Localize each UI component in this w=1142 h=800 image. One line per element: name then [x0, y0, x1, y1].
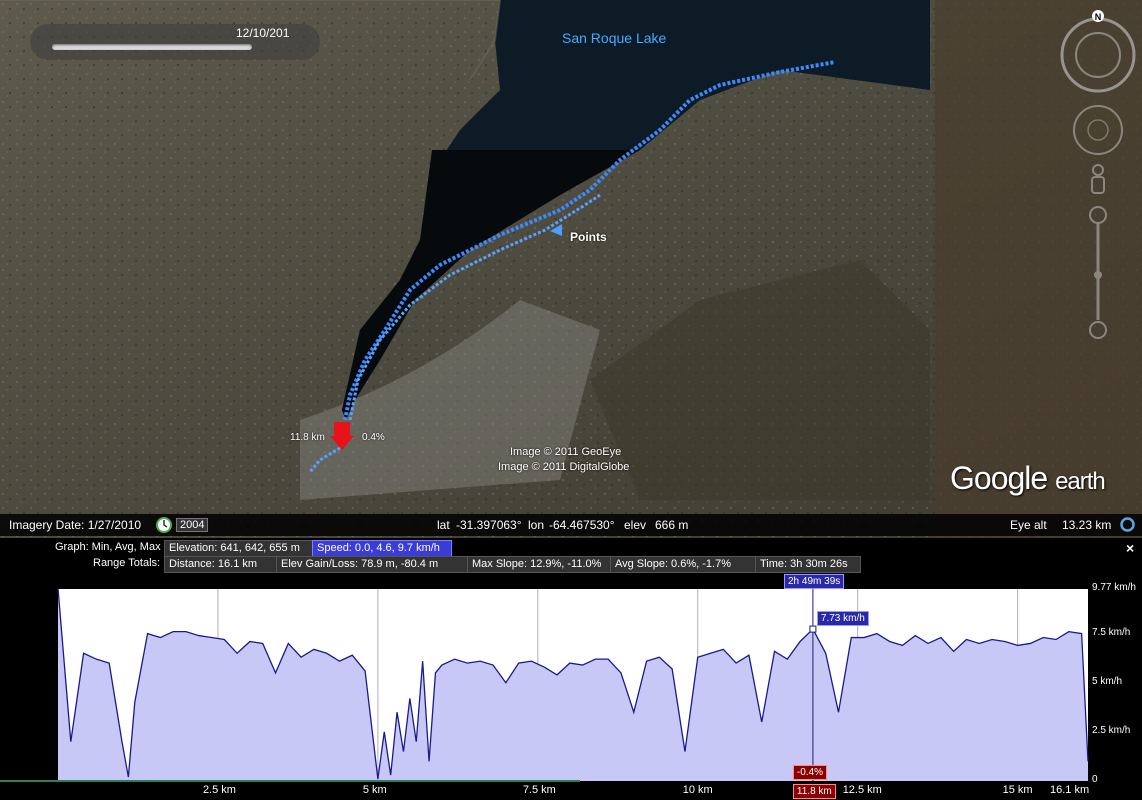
lat-value: -31.397063° [456, 518, 522, 532]
cursor-distance-badge: 11.8 km [792, 784, 836, 799]
range-totals-label: Range Totals: [93, 557, 161, 569]
time-slider-date: 12/10/201 [236, 26, 290, 40]
status-bar: Imagery Date: 1/27/2010 2004 lat -31.397… [0, 514, 1142, 536]
eye-alt-label: Eye alt [1010, 518, 1047, 532]
distance-value: Distance: 16.1 km [164, 556, 278, 573]
lon-label: lon [528, 518, 545, 532]
eye-alt-value: 13.23 km [1062, 518, 1112, 532]
x-tick-label: 2.5 km [202, 784, 236, 796]
cursor-point[interactable] [809, 625, 817, 633]
y-tick-label: 7.5 km/h [1092, 626, 1131, 638]
y-tick-label: 0 [1092, 774, 1098, 785]
x-tick-label: 10 km [682, 784, 713, 796]
map-view[interactable]: 12/10/201 San Roque Lake Points 11.8 km … [0, 0, 1142, 538]
history-clock-icon[interactable] [156, 517, 172, 536]
elevation-selector[interactable]: Elevation: 641, 642, 655 m [164, 540, 314, 557]
north-icon[interactable]: N [1095, 12, 1102, 22]
avg-slope-value: Avg Slope: 0.6%, -1.7% [610, 556, 758, 573]
zoom-slider[interactable] [1089, 206, 1107, 339]
google-earth-logo: Google earth [950, 460, 1106, 497]
elev-label: elev [624, 518, 647, 532]
elev-value: 666 m [655, 518, 689, 532]
x-tick-label: 5 km [362, 784, 387, 796]
imagery-date: Imagery Date: 1/27/2010 [9, 518, 142, 532]
cursor-time-badge: 2h 49m 39s [784, 574, 845, 589]
marker-distance: 11.8 km [290, 432, 325, 443]
y-tick-label: 9.77 km/h [1092, 582, 1136, 593]
copyright-geoeye: Image © 2011 GeoEye [510, 446, 622, 458]
copyright-digitalglobe: Image © 2011 DigitalGlobe [498, 461, 630, 473]
time-slider-track[interactable] [52, 44, 252, 50]
compass-ring[interactable] [1060, 17, 1136, 93]
history-year-badge[interactable]: 2004 [176, 518, 209, 532]
close-profile-button[interactable]: × [1126, 540, 1134, 556]
look-joystick[interactable] [1073, 105, 1123, 155]
lat-label: lat [437, 518, 450, 532]
loading-indicator-icon [1120, 517, 1135, 535]
x-tick-label: 16.1 km [1050, 784, 1090, 796]
x-tick-label: 7.5 km [522, 784, 556, 796]
y-tick-label: 5 km/h [1092, 675, 1123, 687]
cursor-speed-badge: 7.73 km/h [816, 611, 869, 627]
street-view-icon[interactable] [1091, 164, 1105, 194]
time-slider[interactable]: 12/10/201 [30, 24, 320, 60]
logo-google-text: Google [950, 460, 1048, 496]
time-value: Time: 3h 30m 26s [755, 556, 861, 573]
y-tick-label: 2.5 km/h [1092, 724, 1131, 736]
marker-slope: 0.4% [362, 432, 385, 443]
logo-earth-text: earth [1055, 468, 1106, 495]
x-tick-label: 15 km [1002, 784, 1033, 796]
lon-value: -64.467530° [549, 518, 615, 532]
points-label[interactable]: Points [570, 230, 607, 244]
x-tick-label: 12.5 km [842, 784, 882, 796]
navigation-controls[interactable]: N [1058, 10, 1138, 370]
max-slope-value: Max Slope: 12.9%, -11.0% [467, 556, 613, 573]
speed-selector[interactable]: Speed: 0.0, 4.6, 9.7 km/h [312, 540, 452, 557]
lake-label: San Roque Lake [562, 30, 667, 46]
gain-loss-value: Elev Gain/Loss: 78.9 m, -80.4 m [276, 556, 470, 573]
cursor-slope-badge: -0.4% [792, 765, 828, 780]
elevation-profile-panel: × Graph: Min, Avg, Max Elevation: 641, 6… [0, 538, 1142, 800]
graph-label: Graph: Min, Avg, Max [55, 541, 161, 553]
speed-profile-chart[interactable] [0, 589, 1142, 800]
